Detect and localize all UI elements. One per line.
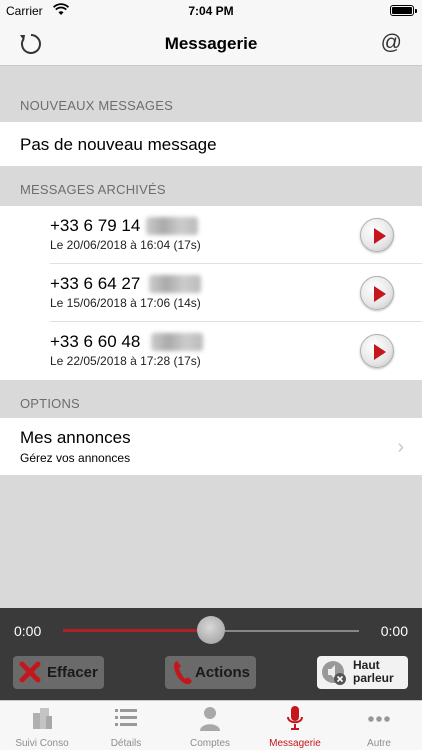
play-button[interactable] (360, 334, 394, 368)
list-icon (115, 709, 137, 726)
tab-autre[interactable]: Autre (337, 701, 421, 750)
more-icon (368, 716, 390, 722)
actions-label: Actions (195, 664, 251, 681)
tab-suivi-conso[interactable]: Suivi Conso (0, 701, 84, 750)
message-number: +33 6 79 14 (50, 216, 141, 235)
tab-label: Suivi Conso (15, 738, 69, 749)
time-total: 0:00 (380, 623, 408, 639)
tab-label: Autre (367, 738, 391, 749)
nav-bar: Messagerie @ (0, 22, 422, 66)
audio-player: 0:00 0:00 Effacer Actions Haut parleur (0, 608, 422, 700)
seek-progress (63, 629, 211, 632)
speaker-label-line1: Haut (353, 658, 380, 672)
erase-label: Effacer (47, 664, 98, 681)
battery-icon (390, 5, 417, 16)
message-date: Le 15/06/2018 à 17:06 (14s) (50, 296, 201, 310)
close-icon (19, 661, 41, 683)
section-header-archived: MESSAGES ARCHIVÉS (0, 165, 422, 205)
my-ads-subtitle: Gérez vos annonces (20, 451, 131, 465)
section-header-archived-label: MESSAGES ARCHIVÉS (20, 182, 166, 197)
redacted-digits (149, 275, 201, 293)
tab-messagerie[interactable]: Messagerie (253, 701, 337, 750)
actions-button[interactable]: Actions (165, 656, 256, 689)
tab-bar: Suivi Conso Détails Comptes Messagerie A… (0, 700, 422, 750)
archived-message-row[interactable]: +33 6 60 48 Le 22/05/2018 à 17:28 (17s) (0, 322, 422, 380)
microphone-icon (287, 706, 303, 730)
archived-message-row[interactable]: +33 6 79 14 Le 20/06/2018 à 16:04 (17s) (0, 206, 422, 264)
speaker-label-line2: parleur (353, 671, 394, 685)
buildings-icon (33, 708, 52, 729)
no-new-message-label: Pas de nouveau message (20, 135, 217, 154)
message-number: +33 6 64 27 (50, 274, 141, 293)
no-new-message-cell: Pas de nouveau message (0, 122, 422, 166)
my-ads-cell[interactable]: Mes annonces Gérez vos annonces › (0, 418, 422, 475)
speaker-label: Haut parleur (353, 659, 394, 685)
section-header-options-label: OPTIONS (20, 396, 80, 411)
person-icon (200, 707, 220, 731)
time-current: 0:00 (14, 623, 42, 639)
message-number: +33 6 60 48 (50, 332, 141, 351)
tab-label: Messagerie (269, 738, 321, 749)
section-header-new-label: NOUVEAUX MESSAGES (20, 98, 173, 113)
erase-button[interactable]: Effacer (13, 656, 104, 689)
message-date: Le 22/05/2018 à 17:28 (17s) (50, 354, 201, 368)
tab-label: Comptes (189, 738, 230, 749)
play-button[interactable] (360, 218, 394, 252)
status-bar: Carrier 7:04 PM (0, 0, 422, 22)
tab-label: Détails (110, 738, 142, 749)
clock: 7:04 PM (188, 4, 234, 18)
section-header-new: NOUVEAUX MESSAGES (0, 81, 422, 121)
my-ads-title: Mes annonces (20, 428, 131, 447)
phone-icon (173, 661, 192, 685)
tab-comptes[interactable]: Comptes (168, 701, 252, 750)
archived-message-row[interactable]: +33 6 64 27 Le 15/06/2018 à 17:06 (14s) (0, 264, 422, 322)
redacted-digits (151, 333, 203, 351)
redacted-digits (146, 217, 198, 235)
page-title: Messagerie (164, 34, 258, 53)
tab-details[interactable]: Détails (84, 701, 168, 750)
speaker-off-icon (322, 661, 346, 685)
email-at-icon[interactable]: @ (381, 31, 402, 55)
play-button[interactable] (360, 276, 394, 310)
chevron-right-icon: › (397, 436, 404, 458)
seek-knob[interactable] (197, 616, 225, 644)
message-date: Le 20/06/2018 à 16:04 (17s) (50, 238, 201, 252)
section-header-options: OPTIONS (0, 379, 422, 419)
speaker-button[interactable]: Haut parleur (317, 656, 408, 689)
